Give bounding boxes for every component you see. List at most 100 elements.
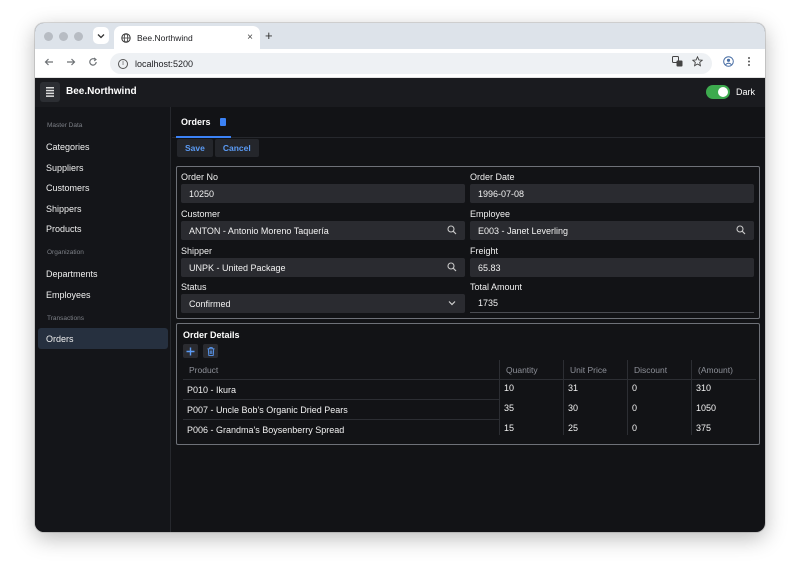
- sidebar-item-employees[interactable]: Employees: [46, 290, 91, 300]
- freight-value: 65.83: [478, 262, 501, 273]
- employee-label: Employee: [470, 209, 511, 219]
- sidebar-item-customers[interactable]: Customers: [46, 183, 90, 193]
- minimize-window-button[interactable]: [59, 32, 68, 41]
- sidebar-item-suppliers[interactable]: Suppliers: [46, 163, 84, 173]
- sidebar-item-shippers[interactable]: Shippers: [46, 204, 82, 214]
- site-info-icon[interactable]: i: [118, 58, 128, 69]
- column-header-quantity[interactable]: Quantity: [506, 365, 538, 375]
- document-icon: [219, 117, 226, 126]
- theme-label: Dark: [736, 87, 756, 97]
- cell-quantity: 10: [504, 383, 515, 393]
- chevron-down-icon: [97, 33, 105, 38]
- order-form: Order No 10250 Order Date 1996-07-08 Cus…: [176, 166, 760, 319]
- cell-unit-price: 30: [568, 403, 579, 413]
- order-no-label: Order No: [181, 172, 219, 182]
- maximize-window-button[interactable]: [74, 32, 83, 41]
- sidebar-toggle-button[interactable]: [40, 82, 60, 102]
- cell-discount: 0: [632, 423, 638, 433]
- back-arrow-icon[interactable]: [44, 57, 54, 70]
- window-controls: [44, 32, 83, 41]
- trash-icon: [207, 346, 214, 356]
- sidebar-item-products[interactable]: Products: [46, 224, 82, 234]
- sidebar-section-transactions: Transactions: [47, 315, 84, 322]
- status-value: Confirmed: [189, 298, 231, 309]
- close-tab-icon[interactable]: ×: [247, 32, 253, 43]
- shipper-label: Shipper: [181, 246, 213, 256]
- sidebar-item-orders[interactable]: Orders: [38, 328, 168, 349]
- sidebar-item-departments[interactable]: Departments: [46, 269, 98, 279]
- tab-title: Bee.Northwind: [137, 32, 193, 43]
- sidebar-item-categories[interactable]: Categories: [46, 142, 90, 152]
- more-menu-icon[interactable]: [747, 56, 751, 70]
- total-amount-field: 1735: [470, 294, 754, 313]
- details-table-header: Product Quantity Unit Price Discount (Am…: [183, 360, 756, 435]
- bookmark-star-icon[interactable]: [691, 55, 704, 70]
- status-select[interactable]: Confirmed: [181, 294, 465, 313]
- forward-arrow-icon[interactable]: [66, 57, 76, 70]
- translate-icon[interactable]: [672, 56, 683, 70]
- browser-tab[interactable]: Bee.Northwind ×: [114, 26, 260, 49]
- shipper-field[interactable]: UNPK - United Package: [181, 258, 465, 277]
- sidebar: Master Data Categories Suppliers Custome…: [35, 107, 171, 532]
- customer-field[interactable]: ANTON - Antonio Moreno Taquería: [181, 221, 465, 240]
- employee-value: E003 - Janet Leverling: [478, 225, 569, 236]
- save-button[interactable]: Save: [177, 139, 213, 157]
- browser-tabstrip: Bee.Northwind × +: [35, 23, 765, 49]
- column-header-discount[interactable]: Discount: [634, 365, 667, 375]
- tab-orders-label: Orders: [181, 116, 211, 127]
- app-brand: Bee.Northwind: [66, 86, 137, 97]
- chevron-down-icon: [447, 298, 457, 308]
- order-date-label: Order Date: [470, 172, 515, 182]
- profile-icon[interactable]: [723, 56, 734, 70]
- cell-unit-price: 31: [568, 383, 579, 393]
- cell-discount: 0: [632, 383, 638, 393]
- plus-icon: [186, 347, 195, 355]
- globe-icon: [121, 32, 131, 43]
- column-header-product[interactable]: Product: [189, 365, 218, 375]
- cell-product: P006 - Grandma's Boysenberry Spread: [187, 425, 345, 435]
- total-amount-value: 1735: [478, 298, 499, 308]
- cancel-button[interactable]: Cancel: [214, 139, 259, 157]
- table-row[interactable]: P010 - Ikura 10 31 0 310: [183, 380, 756, 400]
- order-date-field[interactable]: 1996-07-08: [470, 184, 754, 203]
- customer-value: ANTON - Antonio Moreno Taquería: [189, 225, 329, 236]
- add-row-button[interactable]: [183, 344, 198, 358]
- address-bar[interactable]: i localhost:5200: [110, 53, 712, 74]
- cell-quantity: 35: [504, 403, 515, 413]
- order-date-value: 1996-07-08: [478, 188, 525, 199]
- tab-orders[interactable]: Orders: [176, 107, 231, 138]
- search-icon[interactable]: [736, 225, 746, 235]
- table-row[interactable]: P007 - Uncle Bob's Organic Dried Pears 3…: [183, 400, 756, 420]
- sidebar-section-organization: Organization: [47, 249, 84, 256]
- cell-amount: 310: [696, 383, 712, 393]
- search-icon[interactable]: [447, 225, 457, 235]
- status-label: Status: [181, 282, 207, 292]
- new-tab-button[interactable]: +: [265, 28, 273, 43]
- url-text: localhost:5200: [135, 58, 194, 69]
- page-tabs: Orders: [172, 107, 765, 138]
- table-row[interactable]: P006 - Grandma's Boysenberry Spread 15 2…: [183, 420, 756, 440]
- close-window-button[interactable]: [44, 32, 53, 41]
- freight-field[interactable]: 65.83: [470, 258, 754, 277]
- column-header-amount[interactable]: (Amount): [698, 365, 733, 375]
- cell-discount: 0: [632, 403, 638, 413]
- order-no-field[interactable]: 10250: [181, 184, 465, 203]
- cell-product: P007 - Uncle Bob's Organic Dried Pears: [187, 405, 348, 415]
- reload-icon[interactable]: [88, 57, 98, 70]
- sidebar-section-master-data: Master Data: [47, 122, 83, 129]
- search-icon[interactable]: [447, 262, 457, 272]
- delete-row-button[interactable]: [203, 344, 218, 358]
- employee-field[interactable]: E003 - Janet Leverling: [470, 221, 754, 240]
- freight-label: Freight: [470, 246, 499, 256]
- app-header: Bee.Northwind Dark: [35, 78, 765, 107]
- form-actions: Save Cancel: [177, 139, 259, 157]
- browser-window: Bee.Northwind × + i localhost:5200 Bee.N…: [35, 23, 765, 532]
- column-header-unit-price[interactable]: Unit Price: [570, 365, 607, 375]
- order-no-value: 10250: [189, 188, 215, 199]
- cell-unit-price: 25: [568, 423, 579, 433]
- theme-toggle[interactable]: [706, 85, 730, 99]
- order-details-panel: Order Details Product Quantity Unit Pric…: [176, 323, 760, 445]
- cell-amount: 375: [696, 423, 712, 433]
- tab-search-button[interactable]: [93, 27, 109, 44]
- cell-amount: 1050: [696, 403, 717, 413]
